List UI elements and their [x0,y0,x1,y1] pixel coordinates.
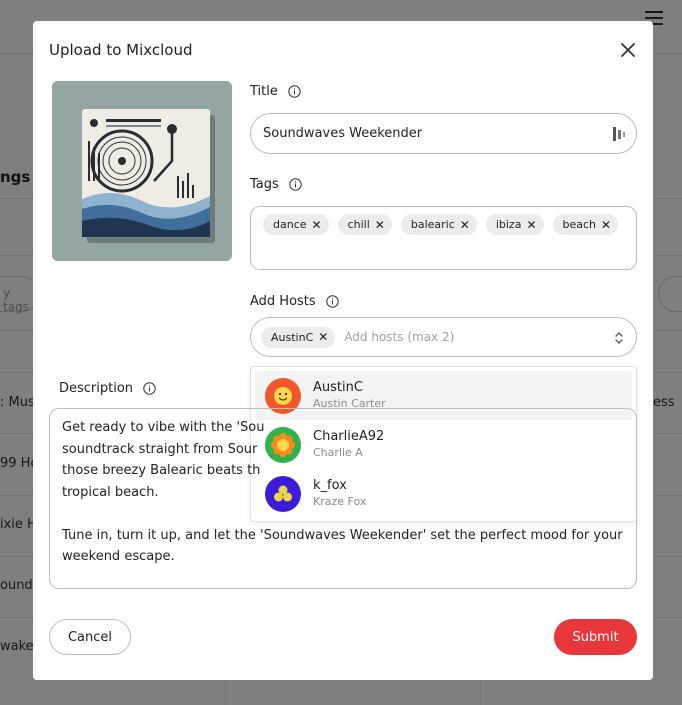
tag-chip-label: chill [347,218,370,231]
tag-chip: dance ✕ [263,214,329,235]
description-line: weekend escape. [62,549,175,564]
description-paragraph: Get ready to vibe with the 'Sou soundtra… [62,417,624,503]
tag-chip-label: beach [562,218,597,231]
title-label: Title [250,84,278,99]
cancel-button[interactable]: Cancel [49,619,131,655]
tag-chip-label: balearic [410,218,455,231]
submit-button[interactable]: Submit [554,619,637,655]
tags-input[interactable]: dance ✕ chill ✕ balearic ✕ ibiza ✕ beach ✕ [250,206,637,270]
description-line: Get ready to vibe with the 'Sou [62,420,265,435]
host-chip-label: AustinC [271,330,314,344]
tags-label-row: Tags [250,177,302,192]
x-icon[interactable]: ✕ [460,219,470,231]
upload-modal: Upload to Mixcloud Title Soundwaves Week… [33,21,653,680]
hosts-select[interactable]: AustinC ✕ Add hosts (max 2) [250,317,637,357]
x-icon[interactable]: ✕ [318,331,328,343]
tags-label: Tags [250,177,279,192]
info-icon[interactable] [289,178,302,191]
info-icon[interactable] [288,85,301,98]
password-manager-icon[interactable] [612,126,626,142]
tag-chip: beach ✕ [552,214,619,235]
description-line: those breezy Balearic beats th [62,463,261,478]
title-input[interactable]: Soundwaves Weekender [250,113,637,154]
description-line: soundtrack straight from Sour [62,441,258,457]
description-label: Description [59,381,134,396]
info-icon[interactable] [325,295,339,308]
close-icon[interactable] [619,41,637,59]
x-icon[interactable]: ✕ [601,219,611,231]
tag-chip: ibiza ✕ [485,214,544,235]
x-icon[interactable]: ✕ [312,219,322,231]
description-paragraph: Tune in, turn it up, and let the 'Soundw… [62,525,624,568]
description-label-row: Description [59,381,156,396]
host-username: AustinC [313,379,363,395]
tag-chip-label: ibiza [495,218,522,231]
host-chip: AustinC ✕ [261,326,336,348]
modal-title: Upload to Mixcloud [49,41,193,59]
x-icon[interactable]: ✕ [526,219,536,231]
description-line: Tune in, turn it up, and let the 'Soundw… [62,527,623,543]
description-textarea[interactable]: Get ready to vibe with the 'Sou soundtra… [49,408,637,589]
tag-chip: chill ✕ [337,214,392,235]
description-line: tropical beach. [62,484,159,500]
hosts-search-input[interactable]: Add hosts (max 2) [344,330,454,344]
tag-chip-label: dance [273,218,307,231]
chevron-up-down-icon[interactable] [614,330,624,346]
info-icon[interactable] [143,382,156,395]
hosts-label-row: Add Hosts [250,294,339,309]
title-input-value: Soundwaves Weekender [263,126,423,141]
hosts-label: Add Hosts [250,294,316,309]
cover-art-image[interactable] [52,81,232,261]
tag-chip: balearic ✕ [400,214,477,235]
title-label-row: Title [250,84,301,99]
x-icon[interactable]: ✕ [375,219,385,231]
